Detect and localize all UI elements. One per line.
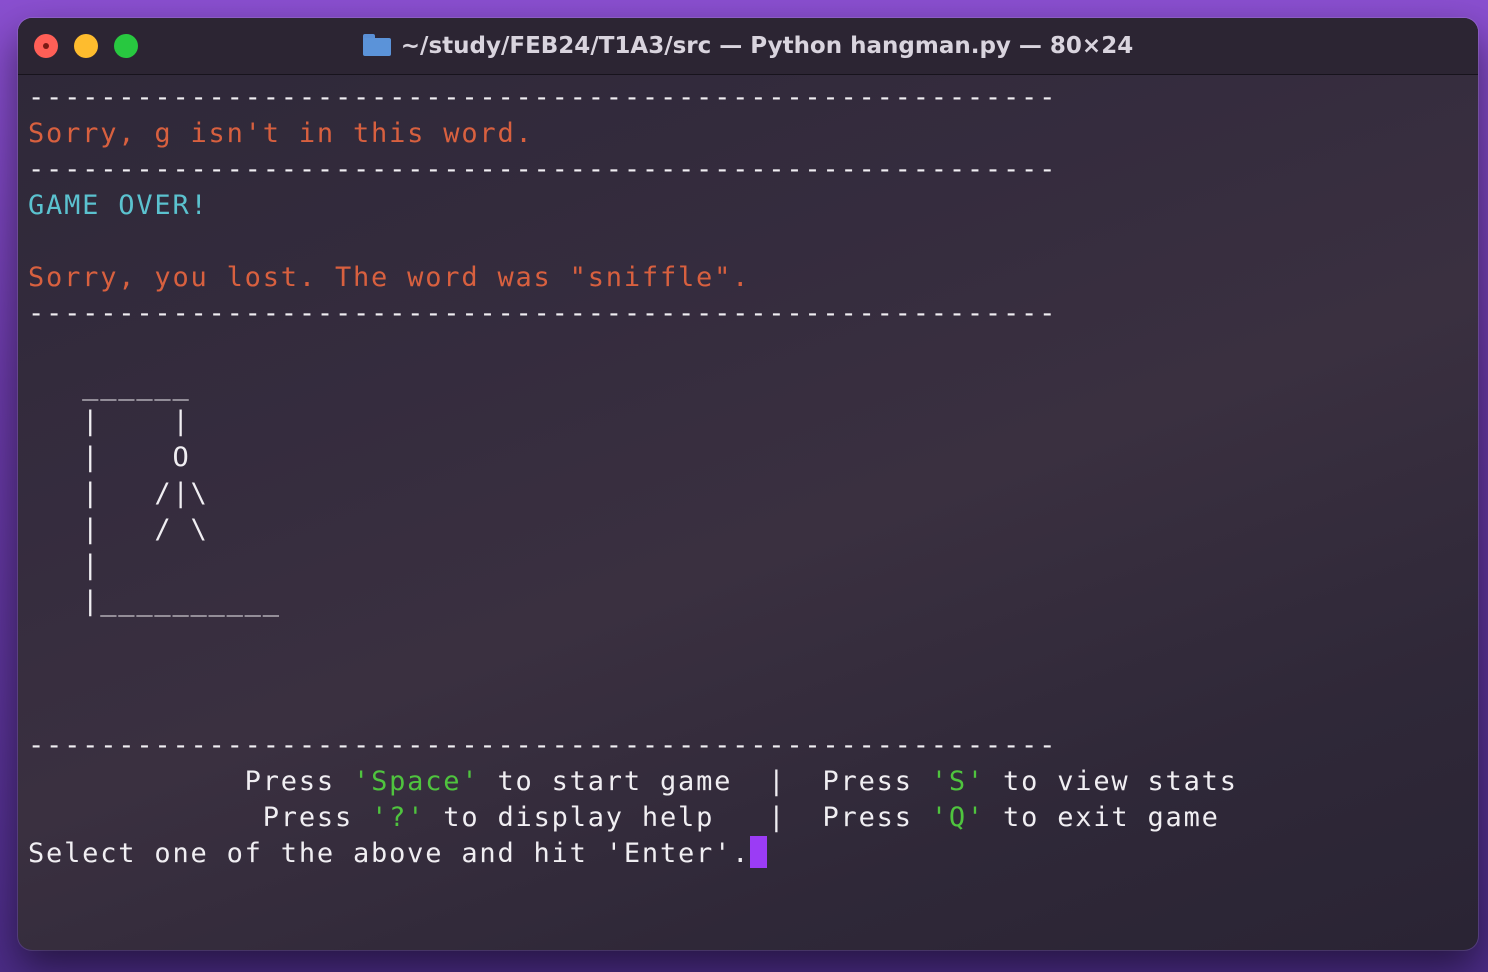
press-text: Press [262,802,372,833]
folder-icon [362,34,391,56]
text-cursor[interactable] [750,836,768,868]
game-over-heading: GAME OVER! [28,190,209,221]
display-help-text: to display help | [425,802,823,833]
terminal-output[interactable]: ----------------------------------------… [28,80,1468,940]
hangman-art-line: | O [28,442,191,473]
q-key-label: 'Q' [930,802,985,833]
press-text: Press [822,766,931,797]
input-prompt: Select one of the above and hit 'Enter'. [28,838,751,869]
exit-game-text: to exit game [984,802,1220,833]
s-key-label: 'S' [930,766,985,797]
hangman-art-line: ______ [28,370,191,401]
hangman-art-line: | | [28,406,191,437]
menu-row-2: Press '?' to display help | Press 'Q' to… [28,800,1220,836]
press-text: Press [244,766,354,797]
input-prompt-line[interactable]: Select one of the above and hit 'Enter'. [28,836,768,872]
wrong-guess-message: Sorry, g isn't in this word. [28,118,534,149]
hangman-art-line: | /|\ [28,478,209,509]
terminal-window: ~/study/FEB24/T1A3/src — Python hangman.… [18,18,1478,950]
divider-line: ----------------------------------------… [28,82,1058,113]
hangman-art-line: |__________ [28,586,281,617]
press-text: Press [822,802,931,833]
title-bar[interactable]: ~/study/FEB24/T1A3/src — Python hangman.… [18,18,1478,75]
hangman-art-line: | [28,550,101,581]
space-key-label: 'Space' [353,766,480,797]
start-game-text: to start game | [479,766,823,797]
view-stats-text: to view stats [984,766,1238,797]
divider-line: ----------------------------------------… [28,298,1058,329]
menu-row-1: Press 'Space' to start game | Press 'S' … [28,764,1238,800]
window-title: ~/study/FEB24/T1A3/src — Python hangman.… [18,31,1478,61]
divider-line: ----------------------------------------… [28,154,1058,185]
lost-message: Sorry, you lost. The word was "sniffle". [28,262,751,293]
hangman-art-line: | / \ [28,514,209,545]
divider-line: ----------------------------------------… [28,730,1058,761]
help-key-label: '?' [371,802,426,833]
window-title-text: ~/study/FEB24/T1A3/src — Python hangman.… [400,33,1134,59]
